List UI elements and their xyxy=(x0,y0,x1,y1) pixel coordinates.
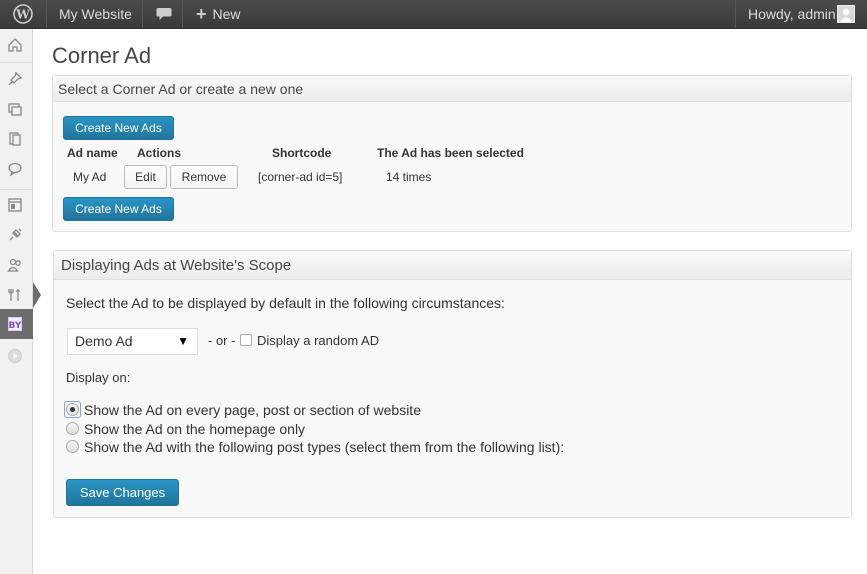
radio-post-types[interactable] xyxy=(66,440,79,453)
corner-ad-icon: BY xyxy=(5,314,25,334)
radio-homepage-only[interactable] xyxy=(66,422,79,435)
option-post-types-label: Show the Ad with the following post type… xyxy=(84,439,565,455)
selected-count-cell: 14 times xyxy=(386,170,432,184)
create-new-ads-button-bottom[interactable]: Create New Ads xyxy=(63,197,174,221)
edit-button[interactable]: Edit xyxy=(124,165,167,189)
display-scope-box: Displaying Ads at Website's Scope xyxy=(53,250,852,518)
display-on-label: Display on: xyxy=(66,370,131,385)
collapse-icon[interactable] xyxy=(5,346,25,366)
create-new-ads-button-top[interactable]: Create New Ads xyxy=(63,116,174,140)
select-ad-intro: Select the Ad to be displayed by default… xyxy=(66,295,505,311)
plus-icon: + xyxy=(196,3,207,24)
option-every-page-label: Show the Ad on every page, post or secti… xyxy=(84,402,421,418)
column-header-shortcode: Shortcode xyxy=(272,146,332,160)
column-header-selected: The Ad has been selected xyxy=(377,146,524,160)
column-header-ad-name: Ad name xyxy=(67,146,118,160)
random-ad-checkbox[interactable] xyxy=(240,334,252,346)
wordpress-icon[interactable]: W xyxy=(0,0,46,28)
comment-bubble-icon[interactable] xyxy=(156,0,172,28)
column-header-actions: Actions xyxy=(137,146,182,160)
media-icon[interactable] xyxy=(5,99,25,119)
shortcode-cell: [corner-ad id=5] xyxy=(258,170,343,184)
dashboard-icon[interactable] xyxy=(5,35,25,55)
radio-every-page[interactable] xyxy=(66,403,79,416)
plugins-icon[interactable] xyxy=(5,225,25,245)
admin-menu: BY xyxy=(0,29,33,574)
site-name-link[interactable]: My Website xyxy=(59,0,132,28)
chevron-down-icon: ▼ xyxy=(177,334,189,348)
avatar[interactable] xyxy=(837,5,855,23)
admin-bar: W My Website + New Howdy, admin xyxy=(0,0,867,29)
default-ad-select-value: Demo Ad xyxy=(75,333,133,349)
appearance-icon[interactable] xyxy=(5,195,25,215)
ad-name-cell: My Ad xyxy=(73,170,107,184)
users-icon[interactable] xyxy=(5,255,25,275)
new-content-menu[interactable]: + New xyxy=(196,0,241,28)
page-title: Corner Ad xyxy=(52,43,152,68)
save-changes-button[interactable]: Save Changes xyxy=(66,479,179,506)
comments-icon[interactable] xyxy=(5,159,25,179)
select-ad-box-title: Select a Corner Ad or create a new one xyxy=(53,76,851,102)
svg-text:BY: BY xyxy=(9,321,22,331)
display-scope-box-title: Displaying Ads at Website's Scope xyxy=(54,251,851,280)
remove-button[interactable]: Remove xyxy=(170,165,238,189)
random-ad-label: Display a random AD xyxy=(257,333,380,348)
pages-icon[interactable] xyxy=(5,129,25,149)
current-menu-arrow xyxy=(33,282,41,308)
option-homepage-label: Show the Ad on the homepage only xyxy=(84,421,306,437)
new-label: New xyxy=(212,5,241,22)
pin-icon[interactable] xyxy=(5,69,25,89)
tools-icon[interactable] xyxy=(5,285,25,305)
default-ad-select[interactable]: Demo Ad ▼ xyxy=(67,328,198,355)
or-label: - or - xyxy=(208,333,236,348)
howdy-admin-link[interactable]: Howdy, admin xyxy=(748,0,836,28)
svg-text:W: W xyxy=(15,8,30,22)
